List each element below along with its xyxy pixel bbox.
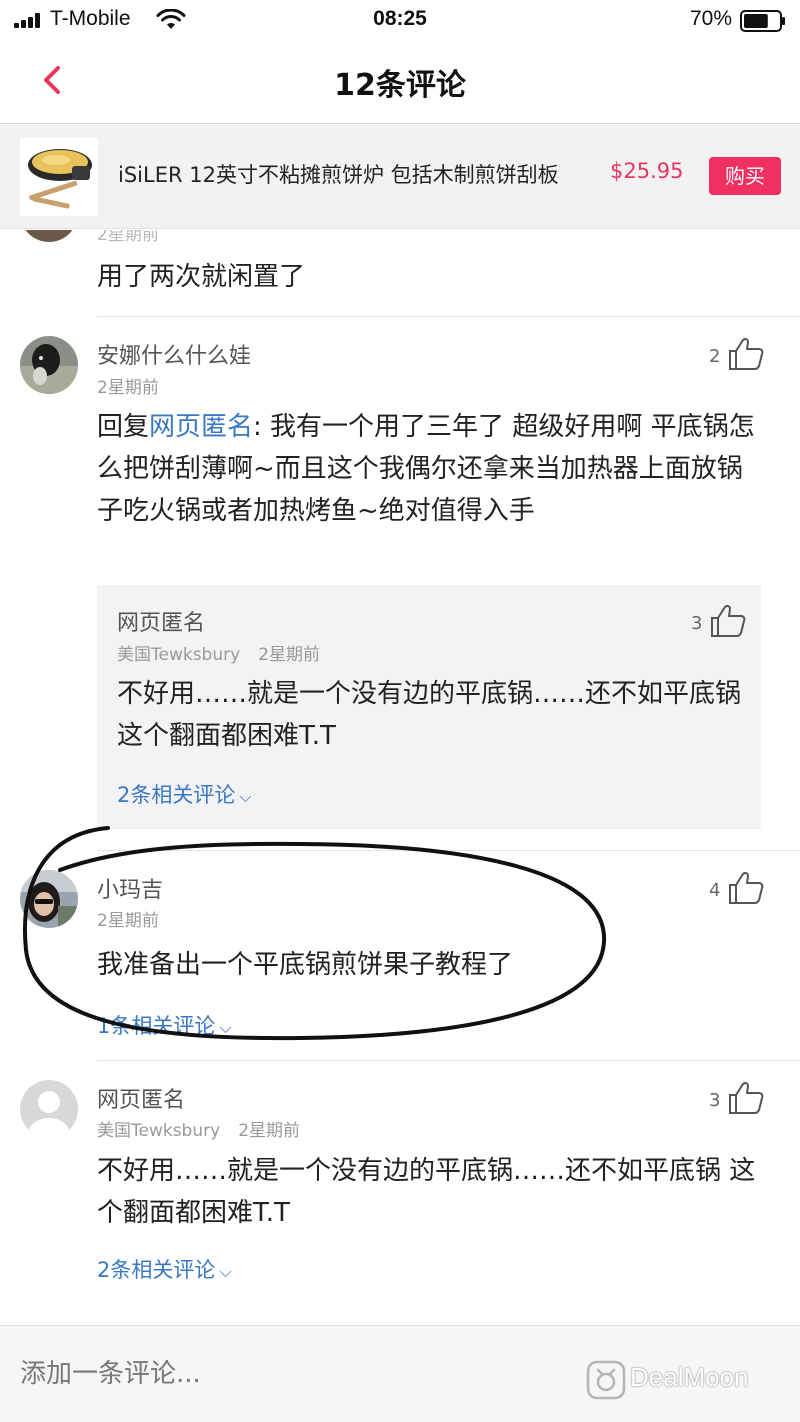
thumbs-up-icon — [729, 337, 764, 370]
comment-text: 不好用……就是一个没有边的平底锅……还不如平底锅 这个翻面都困难T.T — [97, 1156, 756, 1228]
comment-time: 2星期前 — [97, 911, 159, 931]
nav-bar: 12条评论 — [0, 40, 800, 124]
battery-percent: 70% — [689, 7, 732, 30]
like-button[interactable]: 2 — [709, 336, 779, 376]
related-comments-link[interactable]: 1条相关评论 ⌵ — [97, 1010, 232, 1040]
comment-time: 2星期前 — [97, 378, 159, 398]
avatar[interactable] — [20, 230, 78, 242]
avatar[interactable] — [20, 336, 78, 394]
chevron-down-icon: ⌵ — [239, 787, 252, 806]
comment-text: 用了两次就闲置了 — [97, 262, 306, 292]
divider — [97, 316, 800, 317]
like-count: 2 — [709, 346, 721, 367]
battery-icon — [740, 10, 785, 32]
comment-username[interactable]: 网页匿名 — [97, 1082, 185, 1114]
comment-input[interactable] — [20, 1354, 560, 1394]
like-button[interactable]: 3 — [709, 1080, 779, 1120]
comment-text: 我准备出一个平底锅煎饼果子教程了 — [97, 950, 514, 980]
clock: 08:25 — [373, 7, 427, 30]
comment-username[interactable]: 安娜什么什么娃 — [97, 338, 251, 370]
chevron-down-icon: ⌵ — [219, 1018, 232, 1037]
comment-meta: 美国Tewksbury 2星期前 — [97, 1116, 300, 1141]
product-bar[interactable]: iSiLER 12英寸不粘摊煎饼炉 包括木制煎饼刮板 $25.95 购买 — [0, 125, 800, 229]
comment-input-bar: DealMoon — [0, 1325, 800, 1422]
like-count: 4 — [709, 880, 721, 901]
divider — [97, 1060, 800, 1061]
comment-time: 2星期前 — [238, 1121, 301, 1141]
watermark-text: DealMoon — [630, 1362, 749, 1392]
status-bar: T-Mobile 08:25 70% — [0, 0, 800, 40]
quoted-comment[interactable]: 网页匿名 美国Tewksbury 2星期前 3 不好用……就是一个没有边的平底锅…… — [97, 585, 761, 829]
comment-text: 回复网页匿名: 我有一个用了三年了 超级好用啊 平底锅怎么把饼刮薄啊~而且这个我… — [97, 412, 755, 526]
page-title: 12条评论 — [334, 68, 466, 103]
product-price: $25.95 — [610, 159, 684, 183]
avatar[interactable] — [20, 1080, 78, 1138]
comment-list[interactable]: 2星期前 用了两次就闲置了 安娜什么什么娃 2星期前 2 回复网页匿名: 我有一… — [0, 230, 800, 1324]
like-count: 3 — [691, 613, 703, 634]
comment-time: 2星期前 — [97, 230, 159, 245]
chevron-down-icon: ⌵ — [219, 1262, 232, 1281]
thumbs-up-icon — [711, 604, 746, 637]
like-button[interactable]: 3 — [691, 603, 761, 643]
comment-location: 美国Tewksbury — [97, 1121, 221, 1141]
buy-button[interactable]: 购买 — [709, 157, 781, 195]
thumbs-up-icon — [729, 871, 764, 904]
related-comments-link[interactable]: 2条相关评论 ⌵ — [117, 779, 252, 809]
like-count: 3 — [709, 1090, 721, 1111]
reply-mention-link[interactable]: 网页匿名 — [149, 412, 253, 442]
like-button[interactable]: 4 — [709, 870, 779, 910]
quoted-time: 2星期前 — [258, 645, 321, 665]
dealmoon-logo-icon — [586, 1360, 626, 1400]
product-name[interactable]: iSiLER 12英寸不粘摊煎饼炉 包括木制煎饼刮板 — [118, 159, 559, 189]
comment-username[interactable]: 小玛吉 — [97, 872, 163, 904]
quoted-text: 不好用……就是一个没有边的平底锅……还不如平底锅 这个翻面都困难T.T — [117, 679, 742, 751]
divider — [97, 850, 800, 851]
thumbs-up-icon — [729, 1081, 764, 1114]
quoted-username[interactable]: 网页匿名 — [117, 605, 205, 637]
quoted-meta: 美国Tewksbury 2星期前 — [117, 640, 320, 665]
product-image[interactable] — [20, 138, 98, 216]
related-comments-link[interactable]: 2条相关评论 ⌵ — [97, 1254, 232, 1284]
dealmoon-watermark: DealMoon — [586, 1360, 782, 1400]
avatar[interactable] — [20, 870, 78, 928]
quoted-location: 美国Tewksbury — [117, 645, 241, 665]
